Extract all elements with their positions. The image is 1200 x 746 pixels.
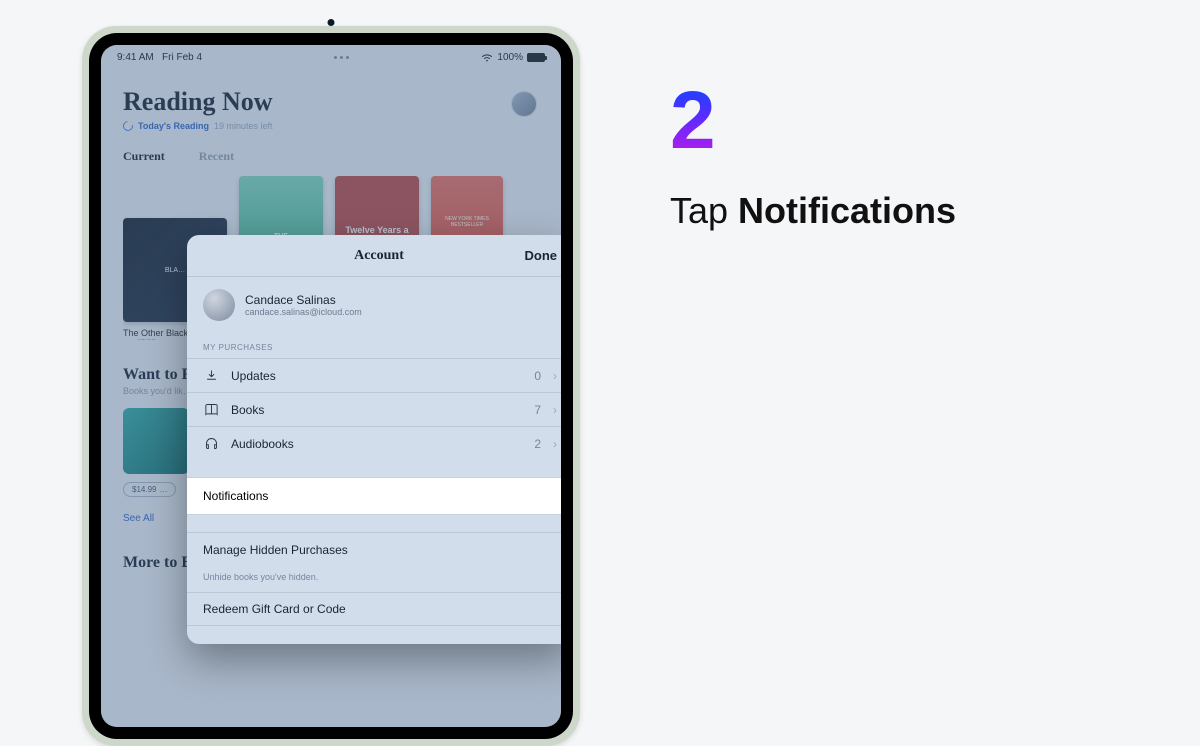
step-bold: Notifications	[738, 190, 956, 231]
tab-current[interactable]: Current	[123, 149, 165, 164]
headphones-icon: …	[159, 485, 167, 494]
see-all-link[interactable]: See All	[123, 513, 154, 524]
row-label: Audiobooks	[231, 437, 294, 451]
ipad-screen: 9:41 AM Fri Feb 4 100% Reading Now	[101, 45, 561, 727]
avatar	[203, 289, 235, 321]
page-title: Reading Now	[123, 87, 539, 117]
progress-ring-icon	[121, 119, 135, 133]
row-count: 2	[534, 437, 541, 451]
headphones-icon	[203, 436, 219, 452]
row-label: Notifications	[203, 489, 268, 503]
purchases-section-label: MY PURCHASES	[187, 333, 561, 358]
done-button[interactable]: Done	[525, 235, 558, 276]
row-count: 0	[534, 369, 541, 383]
account-avatar-button[interactable]	[511, 91, 537, 117]
step-text: Tap Notifications	[670, 190, 1150, 232]
manage-hidden-hint: Unhide books you've hidden.	[187, 566, 561, 592]
manage-hidden-row[interactable]: Manage Hidden Purchases	[187, 532, 561, 566]
front-camera	[328, 19, 335, 26]
chevron-right-icon: ›	[553, 403, 557, 417]
modal-header: Account Done	[187, 235, 561, 277]
todays-reading-remaining: 19 minutes left	[214, 121, 273, 131]
user-name: Candace Salinas	[245, 293, 362, 307]
row-count: 7	[534, 403, 541, 417]
price-pill[interactable]: $14.99 …	[123, 482, 176, 497]
chevron-right-icon: ›	[553, 369, 557, 383]
updates-row[interactable]: Updates 0 ›	[187, 358, 561, 392]
redeem-row[interactable]: Redeem Gift Card or Code	[187, 592, 561, 626]
row-label: Books	[231, 403, 264, 417]
instruction-panel: 2 Tap Notifications	[670, 80, 1150, 232]
audiobooks-row[interactable]: Audiobooks 2 ›	[187, 426, 561, 460]
tab-recent[interactable]: Recent	[199, 149, 234, 164]
modal-title: Account	[354, 248, 404, 264]
row-label: Redeem Gift Card or Code	[203, 602, 346, 616]
download-icon	[203, 368, 219, 384]
todays-reading-label: Today's Reading	[138, 121, 209, 131]
notifications-row[interactable]: Notifications	[187, 478, 561, 514]
todays-reading[interactable]: Today's Reading 19 minutes left	[123, 121, 539, 131]
books-row[interactable]: Books 7 ›	[187, 392, 561, 426]
ipad-frame: 9:41 AM Fri Feb 4 100% Reading Now	[82, 26, 580, 746]
store-item[interactable]: $14.99 …	[123, 408, 189, 497]
step-number: 2	[670, 80, 1150, 162]
book-icon	[203, 402, 219, 418]
user-email: candace.salinas@icloud.com	[245, 307, 362, 317]
step-prefix: Tap	[670, 190, 738, 231]
reading-tabs: Current Recent	[123, 149, 539, 164]
row-label: Manage Hidden Purchases	[203, 543, 348, 557]
chevron-right-icon: ›	[553, 437, 557, 451]
account-modal: Account Done Candace Salinas candace.sal…	[187, 235, 561, 644]
row-label: Updates	[231, 369, 276, 383]
account-user-row[interactable]: Candace Salinas candace.salinas@icloud.c…	[187, 277, 561, 333]
